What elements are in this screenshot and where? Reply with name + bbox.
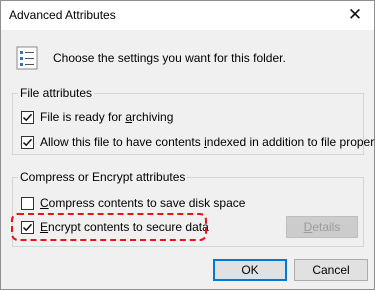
index-label: Allow this file to have contents indexed… (40, 135, 375, 149)
details-button[interactable]: Details (286, 216, 358, 238)
index-checkbox-row[interactable]: Allow this file to have contents indexed… (21, 135, 375, 149)
archive-checkbox-row[interactable]: File is ready for archiving (21, 110, 173, 124)
ok-button[interactable]: OK (213, 259, 287, 281)
settings-list-icon (16, 46, 38, 70)
cancel-button[interactable]: Cancel (294, 259, 368, 281)
archive-checkbox[interactable] (21, 110, 34, 124)
title-bar: Advanced Attributes ✕ (1, 1, 374, 30)
header-instruction: Choose the settings you want for this fo… (53, 51, 286, 65)
compress-label: Compress contents to save disk space (40, 196, 246, 210)
archive-label: File is ready for archiving (40, 110, 174, 124)
close-icon[interactable]: ✕ (344, 4, 366, 26)
file-attributes-legend: File attributes (18, 86, 95, 100)
window-title: Advanced Attributes (9, 8, 116, 22)
compress-encrypt-legend: Compress or Encrypt attributes (18, 170, 188, 184)
encrypt-highlight-outline (11, 213, 207, 241)
compress-checkbox[interactable] (21, 196, 34, 210)
index-checkbox[interactable] (21, 135, 34, 149)
advanced-attributes-dialog: Advanced Attributes ✕ Choose the setting… (0, 0, 375, 290)
compress-checkbox-row[interactable]: Compress contents to save disk space (21, 196, 245, 210)
